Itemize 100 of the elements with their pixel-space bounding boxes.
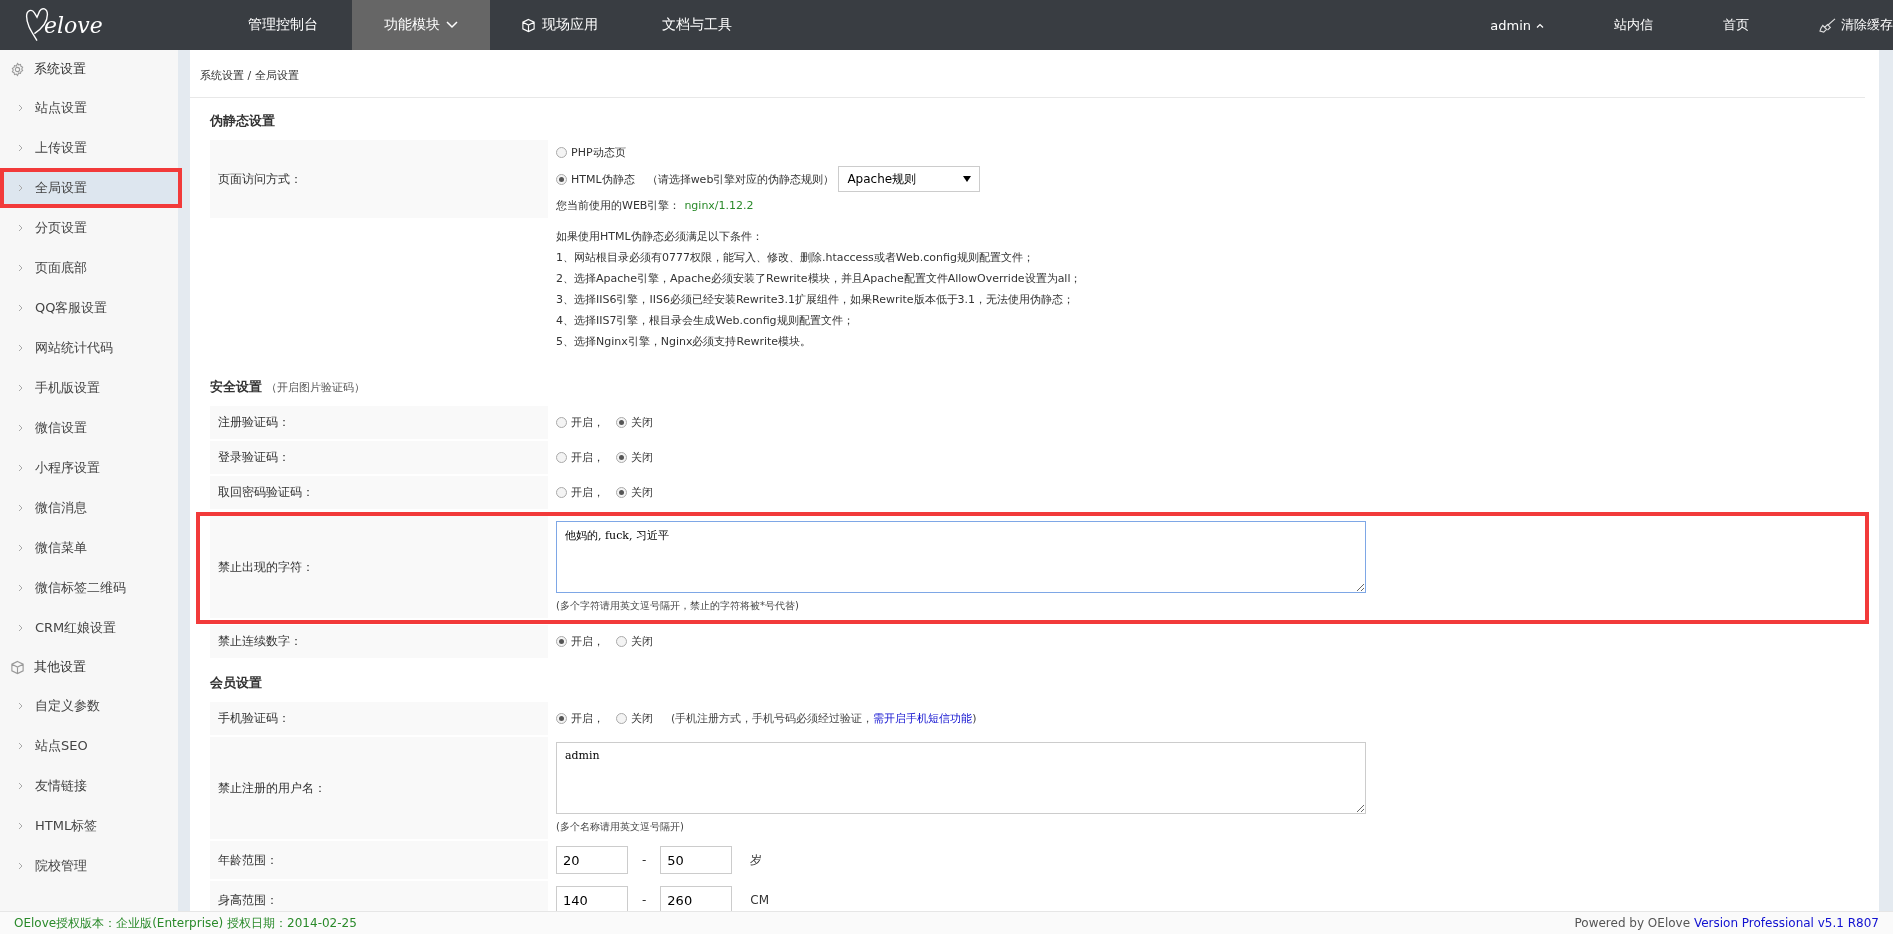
cube-icon: [10, 659, 25, 675]
hint-text: (手机注册方式，手机号码必须经过验证，需开启手机短信功能): [671, 711, 977, 726]
sidebar-item[interactable]: QQ客服设置: [0, 288, 178, 328]
min-input[interactable]: 20: [556, 846, 628, 874]
chevron-right-icon: [18, 104, 23, 112]
sidebar-item[interactable]: 微信标签二维码: [0, 568, 178, 608]
sidebar-group-title: 系统设置: [34, 60, 86, 78]
nav-tab[interactable]: 现场应用: [490, 0, 628, 50]
field-label: 禁止连续数字：: [218, 633, 302, 650]
logo[interactable]: elove: [0, 0, 214, 50]
chevron-right-icon: [18, 584, 23, 592]
radio-button[interactable]: [556, 173, 567, 185]
sidebar-item[interactable]: 网站统计代码: [0, 328, 178, 368]
radio-label: 关闭: [631, 711, 653, 726]
radio-label: 开启，: [571, 485, 604, 500]
radio-button[interactable]: [616, 487, 627, 498]
sidebar-item[interactable]: 分页设置: [0, 208, 178, 248]
chevron-right-icon: [18, 344, 23, 352]
sidebar-item[interactable]: 微信消息: [0, 488, 178, 528]
radio-button[interactable]: [616, 452, 627, 463]
chevron-right-icon: [18, 742, 23, 750]
radio-label: HTML伪静态: [571, 171, 635, 187]
settings-icon: [10, 61, 25, 77]
radio-label: 关闭: [631, 485, 653, 500]
radio-button[interactable]: [556, 147, 567, 158]
engine-version: nginx/1.12.2: [684, 199, 754, 212]
chevron-right-icon: [18, 782, 23, 790]
chevron-right-icon: [18, 464, 23, 472]
sidebar-item[interactable]: 友情链接: [0, 766, 178, 806]
sidebar-item[interactable]: 微信设置: [0, 408, 178, 448]
nav-tab[interactable]: 功能模块: [352, 0, 490, 50]
radio-button[interactable]: [556, 713, 567, 724]
nav-tab[interactable]: 管理控制台: [214, 0, 352, 50]
radio-button[interactable]: [556, 487, 567, 498]
chevron-right-icon: [18, 702, 23, 710]
sidebar-item[interactable]: 全局设置: [0, 168, 182, 208]
note-line: 3、选择IIS6引擎，IIS6必须已经安装Rewrite3.1扩展组件，如果Rewrite版本低于3.1，无法使用伪静态；: [556, 292, 1076, 307]
version-link[interactable]: Version Professional v5.1 R807: [1693, 916, 1879, 930]
radio-label: 开启，: [571, 634, 604, 649]
note-line: 2、选择Apache引擎，Apache必须安装了Rewrite模块，并且Apache配置文件AllowOverride设置为all；: [556, 271, 1082, 286]
top-link[interactable]: admin: [1446, 0, 1570, 50]
sidebar-item[interactable]: CRM红娘设置: [0, 608, 178, 648]
sidebar-item[interactable]: 站点设置: [0, 88, 178, 128]
radio-button[interactable]: [556, 636, 567, 647]
chevron-right-icon: [18, 144, 23, 152]
sidebar-item[interactable]: HTML标签: [0, 806, 178, 846]
max-input[interactable]: 50: [660, 846, 733, 874]
field-label: 取回密码验证码：: [218, 484, 314, 501]
top-link[interactable]: 首页: [1679, 0, 1775, 50]
chevron-right-icon: [18, 862, 23, 870]
range-separator: -: [642, 893, 647, 907]
radio-button[interactable]: [616, 713, 627, 724]
min-input[interactable]: 140: [556, 886, 628, 914]
radio-label: 开启，: [571, 450, 604, 465]
radio-label: 开启，: [571, 415, 604, 430]
field-label: 年龄范围：: [218, 851, 278, 869]
cube-icon: [520, 17, 536, 33]
section-subtitle: （开启图片验证码）: [266, 380, 365, 395]
chevron-right-icon: [18, 822, 23, 830]
sidebar-item[interactable]: 小程序设置: [0, 448, 178, 488]
note-line: 5、选择Nginx引擎，Nginx必须支持Rewrite模块。: [556, 334, 813, 349]
max-input[interactable]: 260: [660, 886, 733, 914]
chevron-right-icon: [18, 304, 23, 312]
radio-button[interactable]: [556, 417, 567, 428]
hint-text: (多个名称请用英文逗号隔开): [556, 820, 685, 834]
unit-label: CM: [750, 893, 770, 907]
chevron-right-icon: [18, 624, 23, 632]
unit-label: 岁: [750, 851, 763, 869]
chevron-down-icon: [446, 21, 458, 29]
field-label: 手机验证码：: [218, 710, 290, 727]
sidebar-item[interactable]: 院校管理: [0, 846, 178, 886]
nav-tab[interactable]: 文档与工具: [628, 0, 766, 50]
field-label: 登录验证码：: [218, 449, 290, 466]
sidebar-item[interactable]: 自定义参数: [0, 686, 178, 726]
text-area[interactable]: 他妈的, fuck, 习近平: [556, 521, 1366, 593]
radio-button[interactable]: [616, 636, 627, 647]
chevron-right-icon: [18, 224, 23, 232]
sidebar-item[interactable]: 手机版设置: [0, 368, 178, 408]
text-area[interactable]: admin: [556, 742, 1366, 814]
note-line: 如果使用HTML伪静态必须满足以下条件：: [556, 229, 764, 244]
radio-label: PHP动态页: [571, 145, 626, 160]
caret-up-icon: [1536, 22, 1544, 28]
sidebar-item[interactable]: 页面底部: [0, 248, 178, 288]
top-link[interactable]: 站内信: [1570, 0, 1679, 50]
rule-select[interactable]: Apache规则: [838, 166, 981, 192]
field-label: 页面访问方式：: [218, 170, 302, 188]
sidebar-item[interactable]: 微信菜单: [0, 528, 178, 568]
radio-button[interactable]: [616, 417, 627, 428]
hint-text: (多个字符请用英文逗号隔开，禁止的字符将被*号代替): [556, 599, 800, 613]
field-label: 禁止注册的用户名：: [218, 779, 326, 797]
sms-link[interactable]: 需开启手机短信功能: [873, 712, 973, 725]
sidebar-item[interactable]: 站点SEO: [0, 726, 178, 766]
radio-button[interactable]: [556, 452, 567, 463]
top-link[interactable]: 清除缓存: [1775, 0, 1893, 50]
radio-label: 关闭: [631, 450, 653, 465]
note-line: 4、选择IIS7引擎，根目录会生成Web.config规则配置文件；: [556, 313, 855, 328]
breadcrumb: 系统设置 / 全局设置: [190, 50, 1865, 98]
section-title: 安全设置: [210, 378, 262, 396]
section-title: 伪静态设置: [210, 112, 275, 130]
sidebar-item[interactable]: 上传设置: [0, 128, 178, 168]
